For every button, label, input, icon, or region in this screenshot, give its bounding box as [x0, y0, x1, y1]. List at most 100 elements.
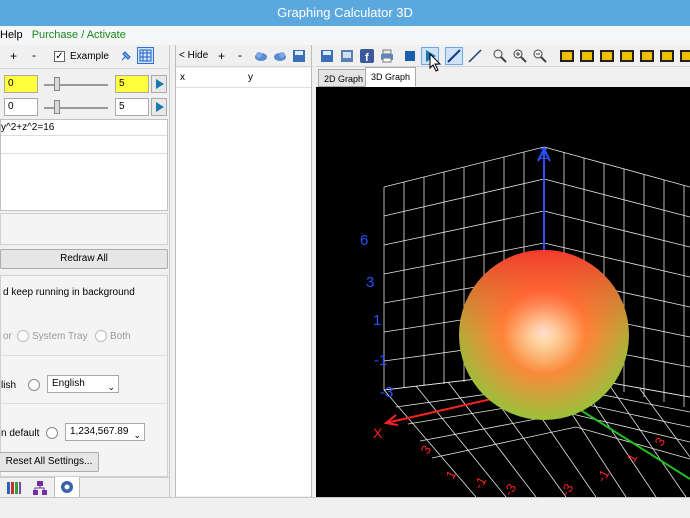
cube-shape	[660, 50, 674, 62]
menu-bar: Help Purchase / Activate	[0, 26, 690, 45]
print-icon[interactable]	[378, 47, 396, 65]
language-select[interactable]: English ⌄	[47, 375, 119, 393]
example-checkbox[interactable]: ✓	[54, 51, 65, 62]
cube-shape	[580, 50, 594, 62]
language-radio[interactable]	[28, 379, 40, 391]
facebook-icon[interactable]: f	[358, 47, 376, 65]
z-tick-label: -3	[380, 384, 393, 401]
x-tick-label: -3	[501, 481, 520, 497]
divider	[1, 403, 167, 404]
zoom-icon[interactable]	[491, 47, 509, 65]
remove-row-button[interactable]: -	[238, 48, 242, 62]
add-button[interactable]: +	[10, 49, 17, 63]
equation-box[interactable]: y^2+z^2=16	[0, 119, 168, 211]
graph-3d-svg[interactable]: Z X 6 3 1 -1 -3 3 1 -1 -3 -3 -1 1 3	[316, 87, 690, 499]
zoom-out-icon[interactable]	[531, 47, 549, 65]
data-table-panel: < Hide + - x y	[175, 45, 313, 497]
menu-purchase[interactable]: Purchase / Activate	[32, 29, 126, 41]
graph-toolbar: f	[316, 45, 690, 72]
range1-to-input[interactable]: 5	[115, 75, 149, 93]
range1-play-button[interactable]	[151, 75, 167, 93]
chevron-down-icon: ⌄	[133, 430, 141, 440]
chevron-down-icon: ⌄	[107, 382, 115, 392]
data-table[interactable]: x y	[176, 68, 311, 496]
tab-tree-icon[interactable]	[32, 480, 48, 496]
tray-prefix-label: or	[3, 331, 12, 342]
z-axis-label: Z	[538, 146, 548, 163]
reset-all-settings-label: Reset All Settings...	[5, 456, 93, 467]
save-table-icon[interactable]	[292, 49, 306, 63]
range2-slider-thumb[interactable]	[54, 100, 60, 114]
both-radio[interactable]	[95, 330, 107, 342]
tab-3d-graph[interactable]: 3D Graph	[365, 67, 417, 87]
system-tray-radio[interactable]	[17, 330, 29, 342]
z-tick-label: 1	[373, 312, 381, 329]
equation-panel: + - ✓ Example 0 5 0 5 y^2+z^2=16 Redraw …	[0, 45, 170, 497]
range2-to-input[interactable]: 5	[115, 98, 149, 116]
keep-running-label: d keep running in background	[3, 287, 135, 298]
view-cube-front-icon[interactable]	[558, 47, 576, 65]
blank-group	[0, 213, 168, 245]
x-tick-label: -1	[471, 474, 490, 492]
cursor-icon	[429, 52, 443, 73]
system-tray-label: System Tray	[32, 331, 88, 342]
cube-shape	[640, 50, 654, 62]
column-header-x: x	[180, 72, 185, 83]
stop-icon[interactable]	[401, 47, 419, 65]
range2-play-button[interactable]	[151, 98, 167, 116]
number-format-select[interactable]: 1,234,567.89 ⌄	[65, 423, 145, 441]
range2-from-input[interactable]: 0	[4, 98, 38, 116]
view-cube-extra-icon[interactable]	[678, 47, 690, 65]
tab-settings-icon[interactable]	[54, 477, 80, 497]
x-axis-label: X	[373, 425, 383, 441]
grid-toggle-icon[interactable]	[137, 47, 154, 64]
view-cube-bottom-icon[interactable]	[658, 47, 676, 65]
tab-2d-graph-label: 2D Graph	[324, 74, 364, 84]
x-tick-label: 1	[443, 468, 460, 482]
cloud-upload-icon[interactable]	[254, 49, 268, 63]
equation-row[interactable]: y^2+z^2=16	[1, 120, 167, 136]
redraw-all-button[interactable]: Redraw All	[0, 249, 168, 269]
pin-icon[interactable]	[119, 49, 133, 63]
draw-line-icon[interactable]	[445, 47, 463, 65]
cube-shape	[600, 50, 614, 62]
graph-3d-canvas[interactable]: Z X 6 3 1 -1 -3 3 1 -1 -3 -3 -1 1 3	[316, 87, 690, 499]
cube-shape	[620, 50, 634, 62]
equation-text: y^2+z^2=16	[1, 122, 55, 133]
remove-button[interactable]: -	[32, 48, 36, 62]
reset-all-settings-button[interactable]: Reset All Settings...	[0, 452, 99, 472]
draw-thin-line-icon[interactable]	[466, 47, 484, 65]
language-prefix-label: lish	[1, 380, 17, 391]
view-cube-iso-icon[interactable]	[618, 47, 636, 65]
y-tick-label: -1	[594, 467, 613, 485]
view-cube-side-icon[interactable]	[598, 47, 616, 65]
y-tick-label: 1	[624, 451, 641, 465]
view-cube-back-icon[interactable]	[638, 47, 656, 65]
number-format-selected: 1,234,567.89	[70, 426, 129, 437]
equation-row-empty[interactable]	[1, 138, 167, 154]
add-row-button[interactable]: +	[218, 49, 225, 63]
range2-from-value: 0	[8, 101, 14, 112]
redraw-all-label: Redraw All	[60, 253, 108, 264]
zoom-in-icon[interactable]	[511, 47, 529, 65]
tab-2d-graph[interactable]: 2D Graph	[318, 69, 370, 87]
range1-slider-thumb[interactable]	[54, 77, 60, 91]
z-tick-label: 3	[366, 274, 374, 291]
z-tick-label: -1	[374, 352, 387, 369]
z-tick-label: 6	[360, 232, 368, 249]
tab-equations-icon[interactable]	[6, 480, 22, 496]
range2-to-value: 5	[119, 101, 125, 112]
range1-from-input[interactable]: 0	[4, 75, 38, 93]
number-format-radio[interactable]	[46, 427, 58, 439]
sphere-shading	[459, 250, 629, 420]
menu-help[interactable]: Help	[0, 29, 23, 41]
column-header-y: y	[248, 72, 253, 83]
status-bar	[0, 497, 690, 518]
save-image-icon[interactable]	[338, 47, 356, 65]
hide-button[interactable]: < Hide	[179, 50, 208, 61]
view-cube-top-icon[interactable]	[578, 47, 596, 65]
save-icon[interactable]	[318, 47, 336, 65]
y-tick-label: 3	[652, 435, 669, 449]
cloud-download-icon[interactable]	[273, 49, 287, 63]
range1-from-value: 0	[8, 78, 14, 89]
